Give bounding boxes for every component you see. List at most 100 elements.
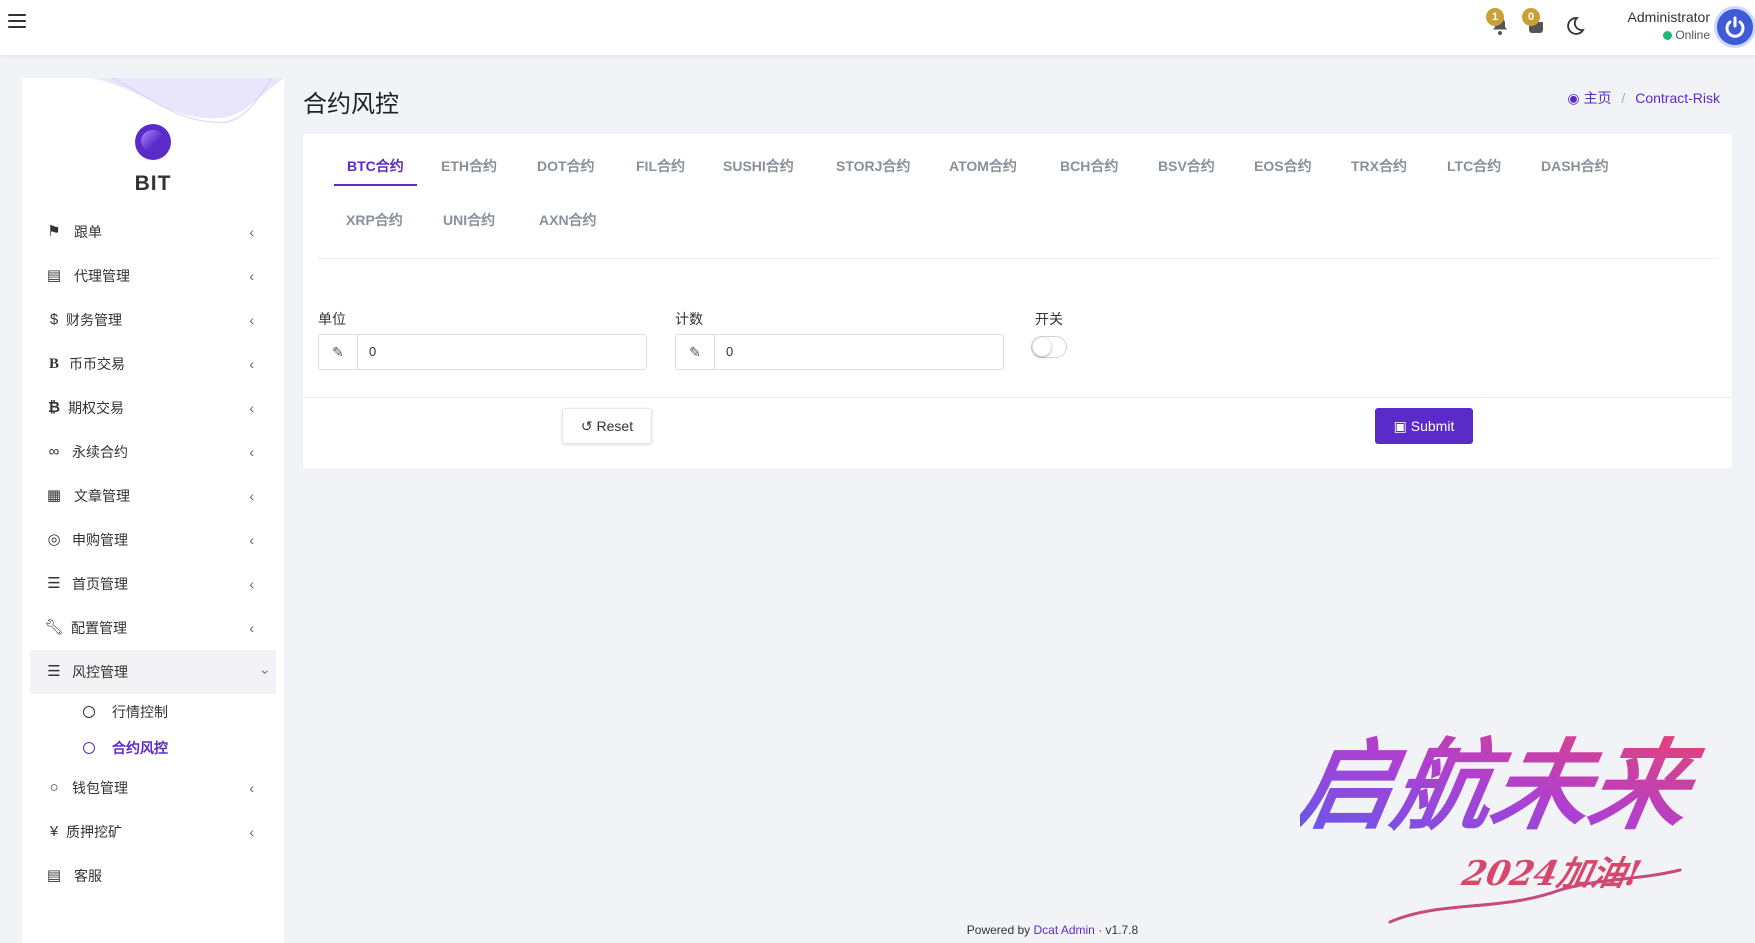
brand-name: BIT: [134, 172, 172, 195]
sidebar-item-options-trading[interactable]: ₿ 期权交易 ‹: [22, 386, 284, 430]
user-status-label: Online: [1675, 28, 1710, 42]
submit-button[interactable]: ▣ Submit: [1375, 408, 1473, 444]
sidebar-item-subscription-management[interactable]: ◎ 申购管理 ‹: [22, 518, 284, 562]
sidebar-item-agent-management[interactable]: ▤ 代理管理 ‹: [22, 254, 284, 298]
id-card-icon: ▤: [46, 267, 62, 284]
save-icon: ▣: [1393, 418, 1407, 434]
sidebar-item-config-management[interactable]: 🔧︎ 配置管理 ‹: [22, 606, 284, 650]
chevron-left-icon: ‹: [249, 400, 254, 416]
watermark-swash: [1388, 868, 1682, 924]
sidebar-item-label: 跟单: [74, 224, 102, 240]
tab-eth[interactable]: ETH合约: [441, 146, 497, 186]
tab-btc[interactable]: BTC合约: [334, 146, 417, 186]
sidebar-item-label: 期权交易: [68, 400, 124, 416]
messages-icon[interactable]: 0: [1522, 8, 1548, 38]
dark-mode-moon-icon[interactable]: [1563, 14, 1587, 38]
tab-ltc[interactable]: LTC合约: [1447, 146, 1501, 186]
sidebar-subitem-label: 合约风控: [112, 740, 168, 756]
circle-icon: [83, 742, 95, 754]
menu-toggle-icon[interactable]: [8, 14, 26, 30]
watermark-sub-text: 2024加油!: [1458, 854, 1645, 894]
watermark-main-text: 启航未来: [1300, 729, 1709, 844]
sidebar-subitem-contract-risk[interactable]: 合约风控: [22, 730, 284, 766]
sidebar-item-perpetual-contract[interactable]: ∞ 永续合约 ‹: [22, 430, 284, 474]
sidebar-item-label: 风控管理: [72, 664, 128, 680]
tab-sushi[interactable]: SUSHI合约: [723, 146, 794, 186]
chevron-left-icon: ‹: [249, 824, 254, 840]
tab-dash[interactable]: DASH合约: [1541, 146, 1609, 186]
reset-button-label: Reset: [596, 418, 634, 434]
circle-icon: ○: [49, 779, 59, 796]
tabs-divider: [318, 258, 1717, 259]
footer-prefix: Powered by: [966, 923, 1031, 937]
sidebar-item-customer-service[interactable]: ▤ 客服: [22, 854, 284, 898]
dashboard-icon: ◉: [1567, 90, 1580, 106]
notifications-bell-icon[interactable]: 1: [1486, 8, 1512, 38]
switch-label: 开关: [1035, 311, 1063, 327]
sidebar-wave-decoration: [92, 78, 284, 123]
yen-icon: ¥: [49, 823, 59, 840]
sidebar-item-label: 钱包管理: [72, 780, 128, 796]
tab-trx[interactable]: TRX合约: [1351, 146, 1407, 186]
reset-button[interactable]: ↺ Reset: [562, 408, 652, 444]
sidebar-item-spot-trading[interactable]: B 币币交易 ‹: [22, 342, 284, 386]
chevron-down-icon: ‹: [255, 669, 272, 675]
pencil-icon: ✎: [676, 335, 715, 369]
count-input-group[interactable]: ✎ 0: [675, 334, 1004, 370]
sidebar-item-risk-control[interactable]: ☰ 风控管理 ‹: [30, 650, 276, 694]
user-name[interactable]: Administrator: [1600, 9, 1710, 25]
sidebar-item-label: 代理管理: [74, 268, 130, 284]
tab-fil[interactable]: FIL合约: [636, 146, 685, 186]
dollar-icon: $: [49, 311, 59, 328]
bold-b-icon: B: [48, 356, 59, 372]
sidebar-item-finance-management[interactable]: $ 财务管理 ‹: [22, 298, 284, 342]
tab-bsv[interactable]: BSV合约: [1158, 146, 1215, 186]
tab-atom[interactable]: ATOM合约: [949, 146, 1017, 186]
id-card-icon: ▤: [46, 867, 62, 884]
sidebar-item-label: 质押挖矿: [66, 824, 122, 840]
sidebar-item-label: 文章管理: [74, 488, 130, 504]
list-icon: ☰: [47, 575, 61, 592]
breadcrumb-current: Contract-Risk: [1635, 90, 1720, 106]
sidebar-item-label: 首页管理: [72, 576, 128, 592]
unit-label: 单位: [318, 311, 346, 327]
sidebar-item-label: 客服: [74, 868, 102, 884]
sidebar-item-label: 币币交易: [69, 356, 125, 372]
unit-input[interactable]: 0: [369, 335, 376, 369]
chevron-left-icon: ‹: [249, 312, 254, 328]
tab-xrp[interactable]: XRP合约: [346, 200, 403, 240]
brand-logo: [135, 124, 171, 160]
chevron-left-icon: ‹: [249, 532, 254, 548]
lifebuoy-icon: ◎: [47, 531, 61, 548]
tab-dot[interactable]: DOT合约: [537, 146, 595, 186]
link-icon: ∞: [48, 443, 60, 460]
sidebar-subitem-market-control[interactable]: 行情控制: [22, 694, 284, 730]
switch-knob: [1033, 338, 1051, 356]
tab-eos[interactable]: EOS合约: [1254, 146, 1312, 186]
footer-separator: ·: [1098, 923, 1103, 937]
footer-link[interactable]: Dcat Admin: [1033, 923, 1094, 937]
sidebar-item-label: 财务管理: [66, 312, 122, 328]
sidebar-item-homepage-management[interactable]: ☰ 首页管理 ‹: [22, 562, 284, 606]
tab-bch[interactable]: BCH合约: [1060, 146, 1118, 186]
undo-icon: ↺: [580, 418, 593, 434]
switch-toggle[interactable]: [1031, 336, 1067, 358]
chevron-left-icon: ‹: [249, 356, 254, 372]
unit-input-group[interactable]: ✎ 0: [318, 334, 647, 370]
sidebar-item-label: 配置管理: [71, 620, 127, 636]
breadcrumb-home[interactable]: 主页: [1584, 90, 1612, 106]
sidebar-item-follow-orders[interactable]: ⚑ 跟单 ‹: [22, 210, 284, 254]
wrench-icon: 🔧︎: [44, 619, 64, 636]
tab-uni[interactable]: UNI合约: [443, 200, 495, 240]
avatar[interactable]: [1714, 6, 1755, 48]
tab-axn[interactable]: AXN合约: [539, 200, 597, 240]
circle-icon: [83, 706, 95, 718]
sidebar-item-article-management[interactable]: ▦ 文章管理 ‹: [22, 474, 284, 518]
sidebar-item-staking-mining[interactable]: ¥ 质押挖矿 ‹: [22, 810, 284, 854]
chevron-left-icon: ‹: [249, 488, 254, 504]
sidebar-item-label: 永续合约: [72, 444, 128, 460]
count-input[interactable]: 0: [726, 335, 733, 369]
sidebar-item-wallet-management[interactable]: ○ 钱包管理 ‹: [22, 766, 284, 810]
tab-storj[interactable]: STORJ合约: [836, 146, 910, 186]
newspaper-icon: ▦: [46, 487, 62, 504]
